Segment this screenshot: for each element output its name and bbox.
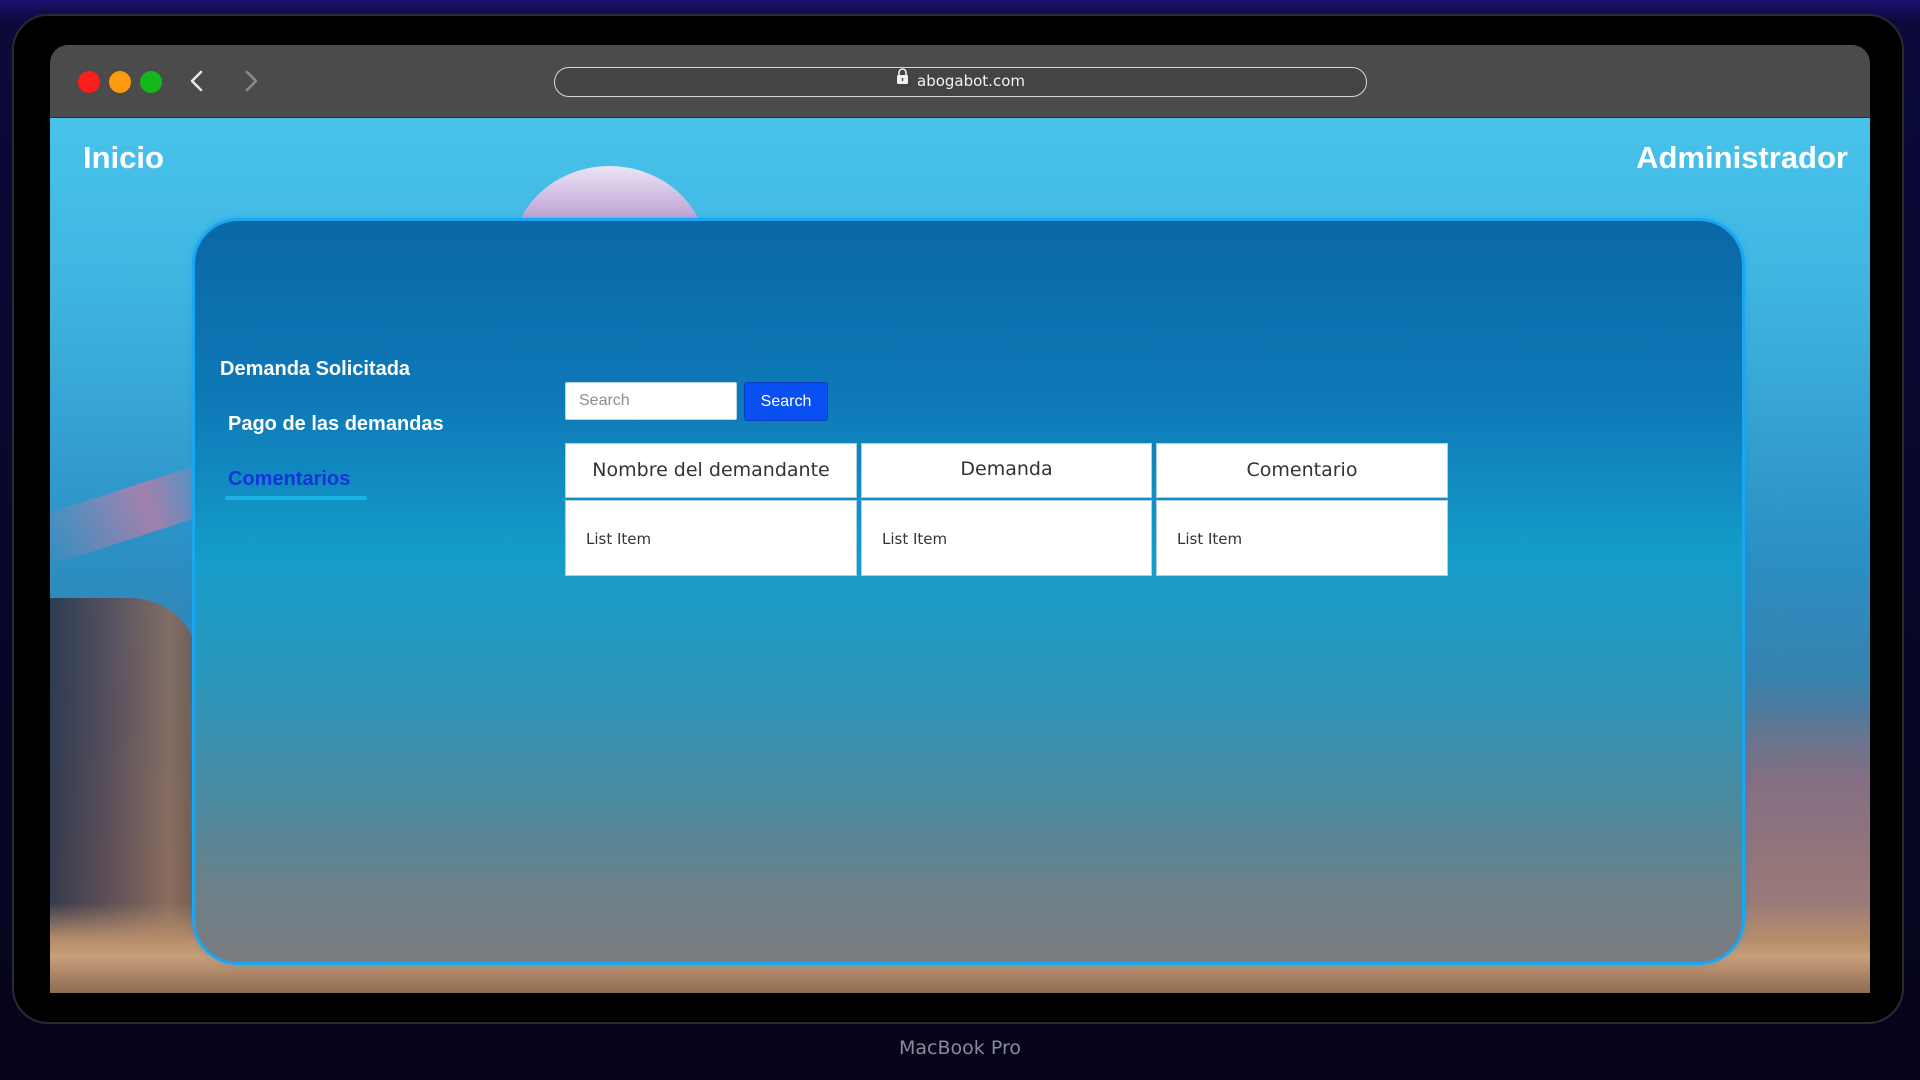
address-bar[interactable]: abogabot.com bbox=[554, 67, 1367, 97]
forward-arrow-icon[interactable] bbox=[236, 65, 266, 97]
home-link[interactable]: Inicio bbox=[83, 140, 164, 176]
admin-link[interactable]: Administrador bbox=[1636, 140, 1848, 176]
browser-window: abogabot.com Inicio Administrador Demand… bbox=[50, 45, 1870, 993]
sidebar-item-pago-demandas[interactable]: Pago de las demandas bbox=[228, 413, 444, 436]
address-url: abogabot.com bbox=[917, 72, 1025, 90]
maximize-window-button[interactable] bbox=[140, 71, 162, 93]
column-header-comentario: Comentario bbox=[1156, 443, 1448, 498]
table-cell: List Item bbox=[565, 500, 857, 576]
active-item-underline bbox=[225, 496, 367, 500]
sidebar-item-comentarios[interactable]: Comentarios bbox=[228, 468, 350, 491]
background-decoration bbox=[1740, 678, 1870, 938]
column-header-nombre: Nombre del demandante bbox=[565, 443, 857, 498]
device-label: MacBook Pro bbox=[899, 1037, 1021, 1059]
sidebar-item-demanda-solicitada[interactable]: Demanda Solicitada bbox=[220, 358, 410, 381]
column-header-demanda: Demanda bbox=[861, 443, 1152, 498]
browser-toolbar: abogabot.com bbox=[50, 45, 1870, 118]
back-arrow-icon[interactable] bbox=[182, 65, 212, 97]
minimize-window-button[interactable] bbox=[109, 71, 131, 93]
main-panel: Demanda Solicitada Pago de las demandas … bbox=[192, 218, 1745, 965]
close-window-button[interactable] bbox=[78, 71, 100, 93]
search-input[interactable] bbox=[565, 382, 737, 420]
table-cell: List Item bbox=[861, 500, 1152, 576]
search-button[interactable]: Search bbox=[744, 382, 828, 421]
page-content: Inicio Administrador Demanda Solicitada … bbox=[50, 118, 1870, 993]
lock-icon bbox=[896, 67, 909, 94]
table-cell: List Item bbox=[1156, 500, 1448, 576]
